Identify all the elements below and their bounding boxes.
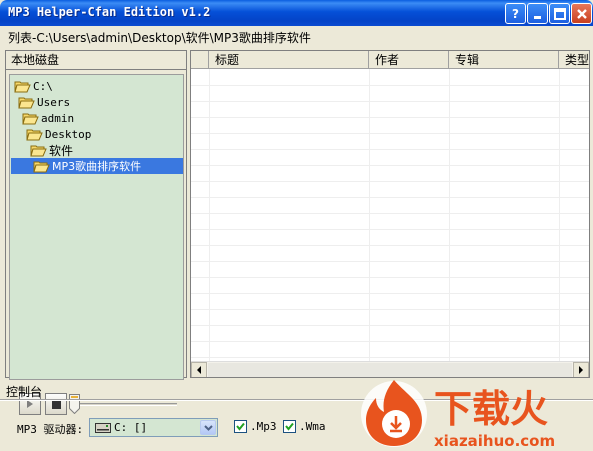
grid-row-line bbox=[191, 245, 589, 246]
grid-row-line bbox=[191, 197, 589, 198]
seek-slider-track[interactable] bbox=[73, 403, 177, 406]
grid-row-line bbox=[191, 293, 589, 294]
drive-select[interactable]: C: [] bbox=[89, 418, 218, 437]
tree-item-c-drive[interactable]: C:\ bbox=[14, 78, 53, 94]
tree-item-label: 软件 bbox=[49, 143, 74, 158]
tree-item-label: Desktop bbox=[45, 127, 92, 141]
column-header-album[interactable]: 专辑 bbox=[449, 51, 559, 69]
maximize-button[interactable] bbox=[549, 3, 570, 24]
maximize-icon bbox=[553, 7, 566, 20]
window-title: MP3 Helper-Cfan Edition v1.2 bbox=[8, 5, 211, 19]
grid-row-line bbox=[191, 117, 589, 118]
folder-tree[interactable]: C:\ Users admin Desktop 软件 MP3歌曲排序软件 bbox=[9, 74, 184, 380]
folder-open-icon bbox=[14, 81, 31, 92]
tree-item-admin[interactable]: admin bbox=[22, 110, 74, 126]
folder-open-icon bbox=[22, 113, 39, 124]
column-header-type[interactable]: 类型 bbox=[559, 51, 589, 69]
wma-checkbox[interactable] bbox=[283, 420, 296, 433]
column-header-artist[interactable]: 作者 bbox=[369, 51, 449, 69]
checkmark-icon bbox=[285, 422, 294, 431]
grid-row-line bbox=[191, 149, 589, 150]
tree-item-label: Users bbox=[37, 95, 71, 109]
grid-column-line bbox=[559, 69, 560, 361]
close-icon bbox=[576, 8, 587, 19]
grid-row-line bbox=[191, 85, 589, 86]
xiazaihuo-watermark-logo: 下载火 xiazaihuo.com bbox=[361, 380, 555, 450]
local-disk-panel: 本地磁盘 C:\ Users admin Desktop 软件 MP3歌曲排序软… bbox=[5, 50, 187, 423]
grid-column-line bbox=[369, 69, 370, 361]
tree-item-label: admin bbox=[41, 111, 75, 125]
tree-item-desktop[interactable]: Desktop bbox=[26, 126, 91, 142]
tree-item-label: C:\ bbox=[33, 79, 53, 93]
folder-open-icon bbox=[26, 129, 43, 140]
chevron-down-icon bbox=[203, 424, 213, 431]
tree-item-users[interactable]: Users bbox=[18, 94, 70, 110]
grid-row-line bbox=[191, 277, 589, 278]
grid-row-line bbox=[191, 261, 589, 262]
grid-row-line bbox=[191, 341, 589, 342]
grid-row-line bbox=[191, 165, 589, 166]
wma-checkbox-label: .Wma bbox=[299, 420, 326, 433]
help-button[interactable]: ? bbox=[505, 3, 526, 24]
current-path: 列表-C:\Users\admin\Desktop\软件\MP3歌曲排序软件 bbox=[8, 31, 311, 45]
minimize-icon bbox=[533, 15, 541, 19]
drive-icon bbox=[95, 423, 111, 433]
stop-button[interactable] bbox=[45, 393, 67, 415]
grid-row-line bbox=[191, 213, 589, 214]
mp3-checkbox-label: .Mp3 bbox=[250, 420, 277, 433]
grid-row-line bbox=[191, 133, 589, 134]
tree-item-label: MP3歌曲排序软件 bbox=[52, 160, 142, 173]
close-button[interactable] bbox=[571, 3, 592, 24]
grid-column-line bbox=[449, 69, 450, 361]
watermark-domain-text: xiazaihuo.com bbox=[434, 432, 555, 450]
grid-row-line bbox=[191, 309, 589, 310]
folder-open-icon bbox=[30, 145, 47, 156]
title-bar[interactable]: MP3 Helper-Cfan Edition v1.2 ? bbox=[0, 0, 593, 26]
folder-open-icon bbox=[33, 161, 50, 172]
drive-select-value: C: [] bbox=[114, 421, 148, 434]
list-header: 标题 作者 专辑 类型 bbox=[191, 51, 589, 69]
seek-slider-thumb[interactable] bbox=[69, 394, 80, 414]
column-header-title[interactable]: 标题 bbox=[209, 51, 369, 69]
grid-row-line bbox=[191, 229, 589, 230]
grid-column-line bbox=[209, 69, 210, 361]
watermark-brand-text: 下载火 bbox=[434, 387, 548, 431]
tree-item-mp3-sorter[interactable]: MP3歌曲排序软件 bbox=[11, 158, 183, 174]
mp3-checkbox[interactable] bbox=[234, 420, 247, 433]
tree-item-software[interactable]: 软件 bbox=[30, 142, 73, 158]
grid-row-line bbox=[191, 357, 589, 358]
song-list[interactable]: 标题 作者 专辑 类型 bbox=[190, 50, 590, 378]
mp3-drive-label: MP3 驱动器: bbox=[17, 423, 84, 436]
folder-open-icon bbox=[18, 97, 35, 108]
grid-row-line bbox=[191, 325, 589, 326]
grid-row-line bbox=[191, 181, 589, 182]
checkmark-icon bbox=[236, 422, 245, 431]
console-title: 控制台 bbox=[6, 385, 43, 399]
grid-row-line bbox=[191, 101, 589, 102]
column-header-index[interactable] bbox=[191, 51, 209, 69]
minimize-button[interactable] bbox=[527, 3, 548, 24]
scroll-left-button[interactable] bbox=[191, 362, 207, 377]
local-disk-header: 本地磁盘 bbox=[6, 51, 186, 70]
arrow-left-icon bbox=[197, 366, 201, 374]
drive-dropdown-button[interactable] bbox=[200, 420, 216, 435]
